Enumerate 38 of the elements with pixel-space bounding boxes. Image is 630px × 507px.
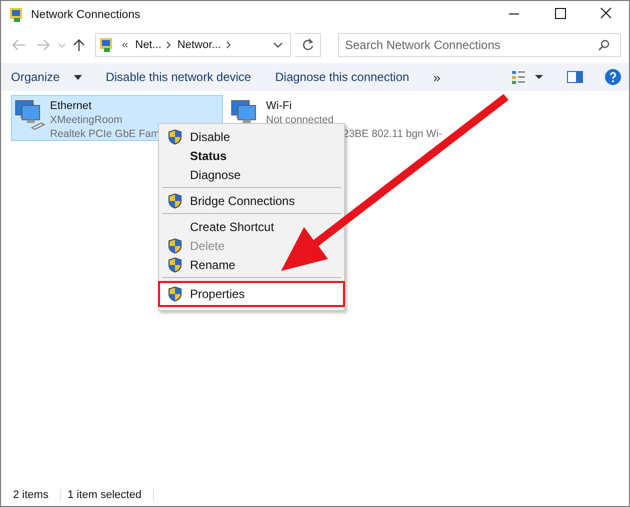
connection-name: Ethernet [50,99,93,113]
status-text: 2 items [13,489,62,501]
preview-pane-icon[interactable] [567,70,583,84]
status-text: 1 item selected [67,489,154,501]
menu-item[interactable]: Properties [158,281,345,307]
caret-icon [74,74,82,80]
wired-computers-icon [14,99,46,131]
refresh-button[interactable] [295,33,321,57]
menu-item[interactable]: Rename [158,255,345,274]
address-bar[interactable]: « Net... Networ... [95,33,291,57]
connection-status: Not connected [266,113,335,127]
more-button[interactable]: » [429,68,444,86]
menu-item[interactable]: Status [158,146,345,165]
menu-item[interactable]: Create Shortcut [158,217,345,236]
connection-status: XMeetingRoom [50,113,124,127]
shield-icon [168,286,182,302]
breadcrumb[interactable]: Net... [135,39,162,51]
shield-icon [168,256,182,272]
toolbar-button[interactable]: Disable this network device [102,68,256,86]
menu-item[interactable]: Bridge Connections [158,191,345,210]
window-title: Network Connections [31,9,140,21]
menu-item[interactable]: Diagnose [158,165,345,184]
connection-name: Wi-Fi [266,99,293,113]
search-field[interactable]: Search Network Connections [338,33,621,57]
shield-icon [168,128,182,144]
network-folder-icon [9,7,25,23]
shield-icon [168,192,182,208]
refresh-icon [300,38,314,52]
overflow-chevron[interactable]: « [122,39,128,51]
toolbar-button[interactable]: Diagnose this connection [271,68,414,86]
breadcrumb[interactable]: Networ... [177,39,221,51]
search-icon [597,38,611,52]
toolbar-button[interactable]: Organize [7,68,86,86]
network-folder-icon [99,37,115,53]
view-options-icon[interactable] [511,69,545,85]
shield-icon [168,238,182,254]
up-arrow-icon[interactable] [71,37,87,53]
help-icon[interactable] [605,69,621,85]
